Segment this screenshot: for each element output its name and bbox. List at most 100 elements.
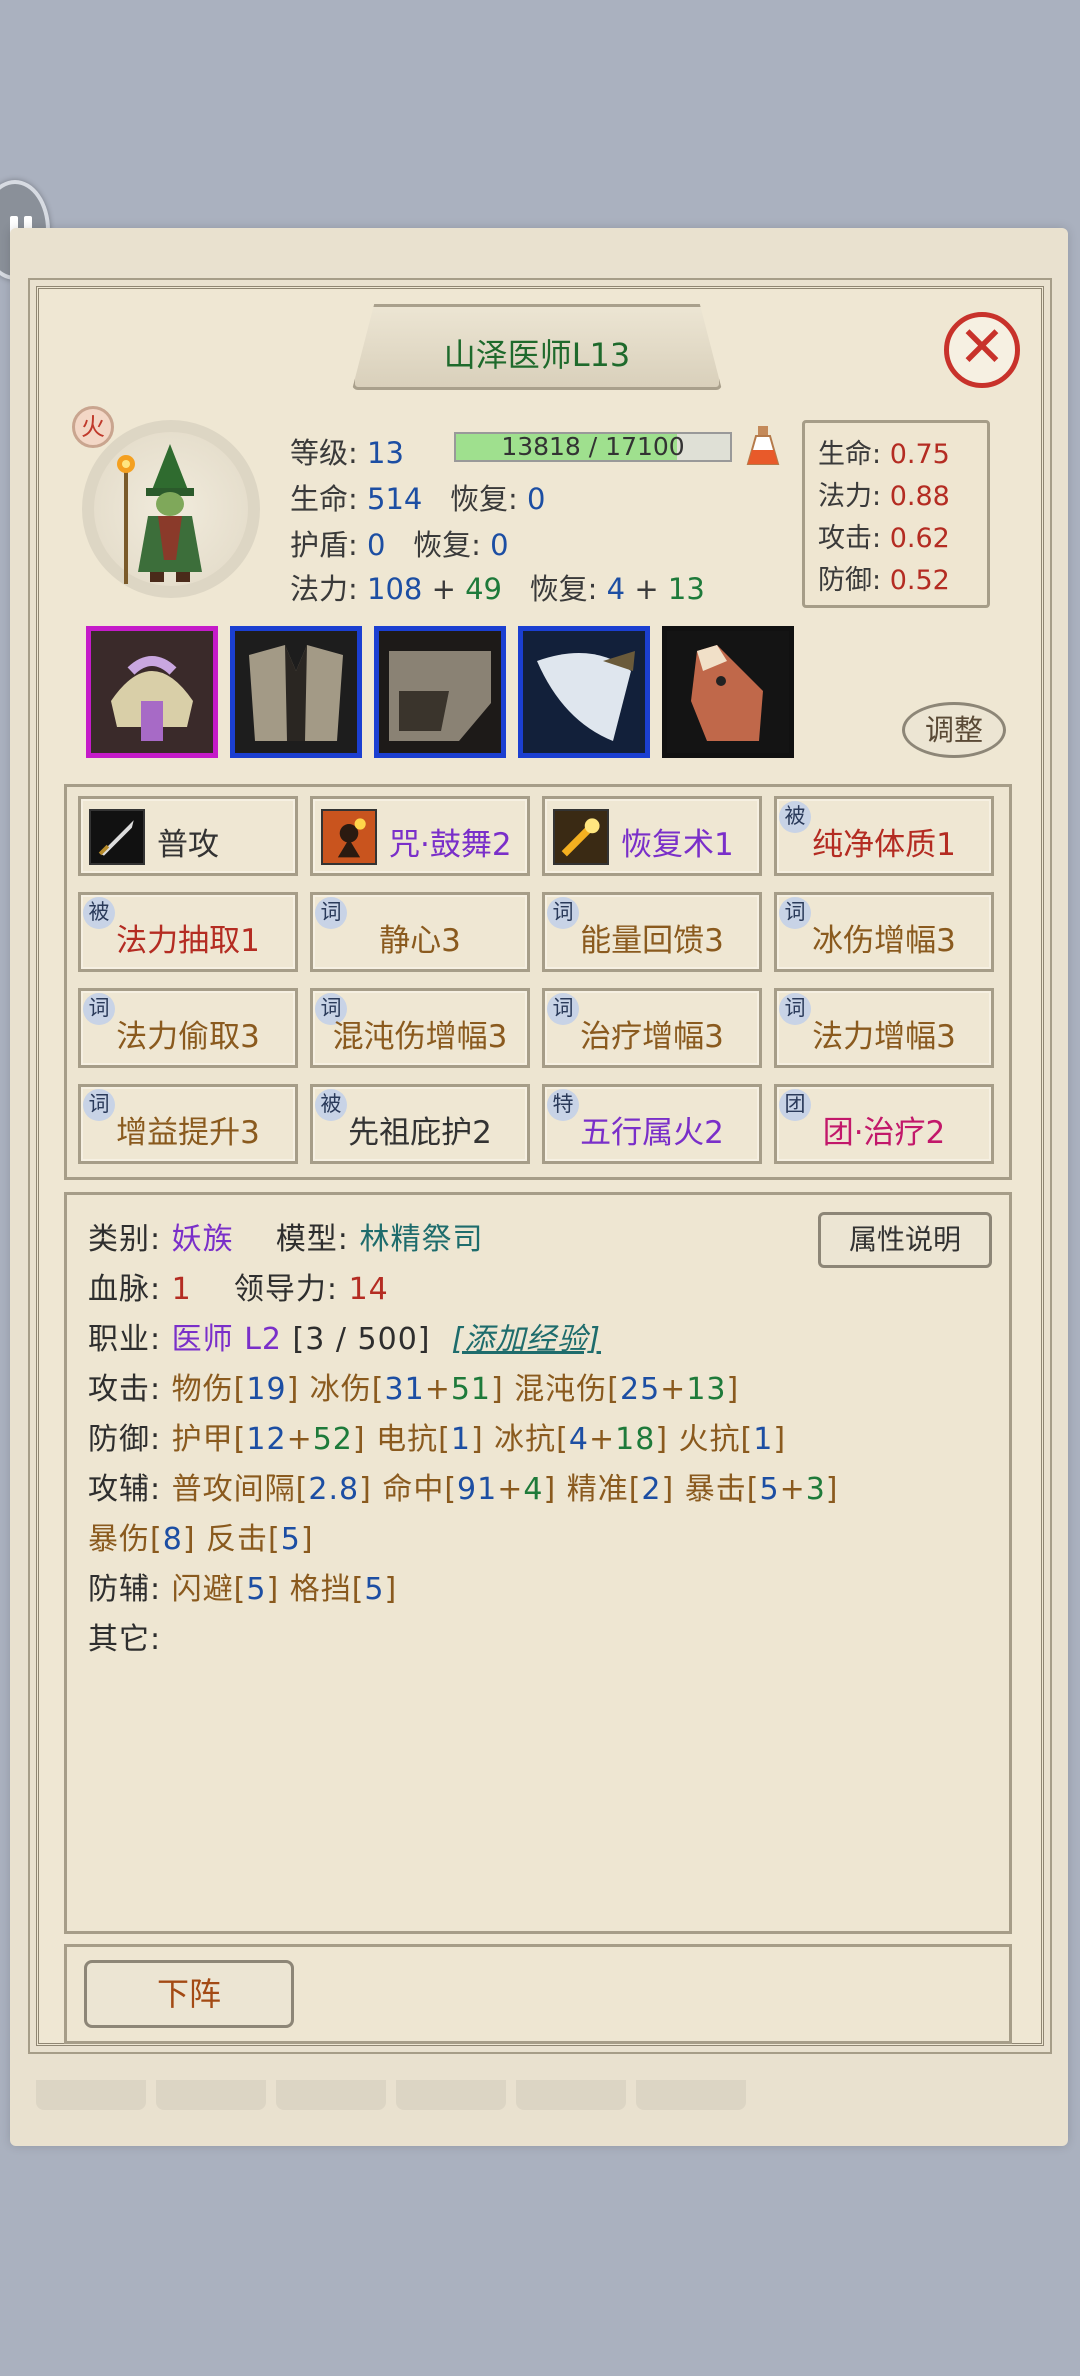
skill-slot[interactable]: 特五行属火2 <box>542 1084 762 1164</box>
leadership-label: 领导力: <box>233 1272 339 1307</box>
exp-text: 13818 / 17100 <box>501 432 685 461</box>
job-label: 职业: <box>88 1322 162 1357</box>
skill-slot[interactable]: 被先祖庇护2 <box>310 1084 530 1164</box>
skill-label: 团·治疗2 <box>822 1115 946 1151</box>
skill-label: 法力增幅3 <box>812 1019 956 1055</box>
armor-icon <box>235 631 357 753</box>
skill-slot[interactable]: 词增益提升3 <box>78 1084 298 1164</box>
add-exp-link[interactable]: [添加经验] <box>452 1322 601 1357</box>
skill-slot[interactable]: 词能量回馈3 <box>542 892 762 972</box>
plus-sign: + <box>431 572 456 606</box>
tab-placeholder <box>156 2080 266 2110</box>
ratio-attack: 攻击: 0.62 <box>818 516 950 555</box>
skill-slot[interactable]: 普攻 <box>78 796 298 876</box>
skill-slot[interactable]: 词法力增幅3 <box>774 988 994 1068</box>
skill-label: 普攻 <box>157 827 219 863</box>
horse-icon <box>667 631 789 753</box>
skill-slot[interactable]: 咒·鼓舞2 <box>310 796 530 876</box>
tab-placeholder <box>636 2080 746 2110</box>
plus-sign: + <box>634 572 659 606</box>
skill-slot[interactable]: 被纯净体质1 <box>774 796 994 876</box>
skill-slot[interactable]: 词法力偷取3 <box>78 988 298 1068</box>
close-icon: ✕ <box>958 315 1006 380</box>
skill-label: 五行属火2 <box>580 1115 724 1151</box>
other-label: 其它: <box>88 1622 162 1657</box>
equip-slot-mount[interactable] <box>662 626 794 758</box>
skill-slot[interactable]: 词混沌伤增幅3 <box>310 988 530 1068</box>
shield-label: 护盾: <box>290 528 358 562</box>
mana-row: 法力: 108 + 49 恢复: 4 + 13 <box>290 566 705 608</box>
helmet-icon <box>91 631 213 753</box>
mana-recover-label: 恢复: <box>529 572 598 606</box>
skill-label: 冰伤增幅3 <box>812 923 956 959</box>
withdraw-button[interactable]: 下阵 <box>84 1960 294 2028</box>
ratio-label: 法力: <box>818 481 882 512</box>
shield-value: 0 <box>367 528 386 562</box>
ratio-label: 防御: <box>818 565 882 596</box>
bloodline-label: 血脉: <box>88 1272 162 1307</box>
tab-placeholder <box>516 2080 626 2110</box>
skill-slot[interactable]: 词治疗增幅3 <box>542 988 762 1068</box>
mana-base: 108 <box>367 572 423 606</box>
skill-slot[interactable]: 被法力抽取1 <box>78 892 298 972</box>
skill-slot[interactable]: 团团·治疗2 <box>774 1084 994 1164</box>
skill-label: 能量回馈3 <box>580 923 724 959</box>
equip-slot-armor[interactable] <box>230 626 362 758</box>
ratio-hp: 生命: 0.75 <box>818 432 950 471</box>
weapon-icon <box>523 631 645 753</box>
category-value: 妖族 <box>171 1222 234 1257</box>
level-label: 等级: <box>290 436 358 470</box>
unit-avatar <box>117 444 202 584</box>
other-row: 其它: <box>88 1614 161 1658</box>
mana-label: 法力: <box>290 572 358 606</box>
mana-recover-base: 4 <box>606 572 626 606</box>
attack-row: 攻击: 物伤[19] 冰伤[31+51] 混沌伤[25+13] <box>88 1372 740 1407</box>
tab-placeholder <box>396 2080 506 2110</box>
exp-bar: 13818 / 17100 <box>454 432 732 462</box>
shield-recover-value: 0 <box>490 528 509 562</box>
element-badge: 火 <box>72 406 114 448</box>
adjust-button[interactable]: 调整 <box>902 702 1006 758</box>
ratio-label: 生命: <box>818 439 882 470</box>
shield-recover-label: 恢复: <box>413 528 481 562</box>
leadership-value: 14 <box>348 1272 389 1307</box>
model-label: 模型: <box>275 1222 349 1257</box>
attack-aux-row: 攻辅: 普攻间隔[2.8] 命中[91+4] 精准[2] 暴击[5+3] <box>88 1472 839 1507</box>
ratio-value: 0.52 <box>889 565 950 596</box>
skill-label: 增益提升3 <box>116 1115 260 1151</box>
skill-slot[interactable]: 词静心3 <box>310 892 530 972</box>
equip-slot-helmet[interactable] <box>86 626 218 758</box>
category-label: 类别: <box>88 1222 162 1257</box>
defense-row: 防御: 护甲[12+52] 电抗[1] 冰抗[4+18] 火抗[1] <box>88 1422 787 1457</box>
hp-recover-value: 0 <box>527 482 546 516</box>
tab-placeholder <box>36 2080 146 2110</box>
defense-label: 防御: <box>88 1422 162 1457</box>
skill-label: 咒·鼓舞2 <box>389 827 512 863</box>
unit-title: 山泽医师L13 <box>443 336 631 374</box>
skill-slot[interactable]: 词冰伤增幅3 <box>774 892 994 972</box>
level-row: 等级: 13 <box>290 430 404 472</box>
attack-label: 攻击: <box>88 1372 162 1407</box>
equip-slot-weapon[interactable] <box>518 626 650 758</box>
skill-label: 纯净体质1 <box>812 827 956 863</box>
potion-icon[interactable] <box>746 424 780 468</box>
hp-label: 生命: <box>290 482 358 516</box>
drum-icon <box>321 809 377 865</box>
skill-slot[interactable]: 恢复术1 <box>542 796 762 876</box>
attribute-help-button[interactable]: 属性说明 <box>818 1212 992 1268</box>
equip-slot-boots[interactable] <box>374 626 506 758</box>
skill-label: 恢复术1 <box>621 827 734 863</box>
ratio-mana: 法力: 0.88 <box>818 474 950 513</box>
shield-row: 护盾: 0 恢复: 0 <box>290 522 509 564</box>
close-button[interactable]: ✕ <box>944 312 1020 388</box>
defense-aux-label: 防辅: <box>88 1572 162 1607</box>
bloodline-value: 1 <box>171 1272 192 1307</box>
ratio-defense: 防御: 0.52 <box>818 558 950 597</box>
ratio-value: 0.88 <box>889 481 950 512</box>
skill-label: 静心3 <box>379 923 461 959</box>
job-row: 职业: 医师 L2 [3 / 500] [添加经验] <box>88 1314 601 1358</box>
attack-aux-row-2: 暴伤[8] 反击[5] <box>88 1522 314 1557</box>
hp-recover-label: 恢复: <box>450 482 518 516</box>
model-value: 林精祭司 <box>359 1222 484 1257</box>
skill-label: 治疗增幅3 <box>580 1019 724 1055</box>
